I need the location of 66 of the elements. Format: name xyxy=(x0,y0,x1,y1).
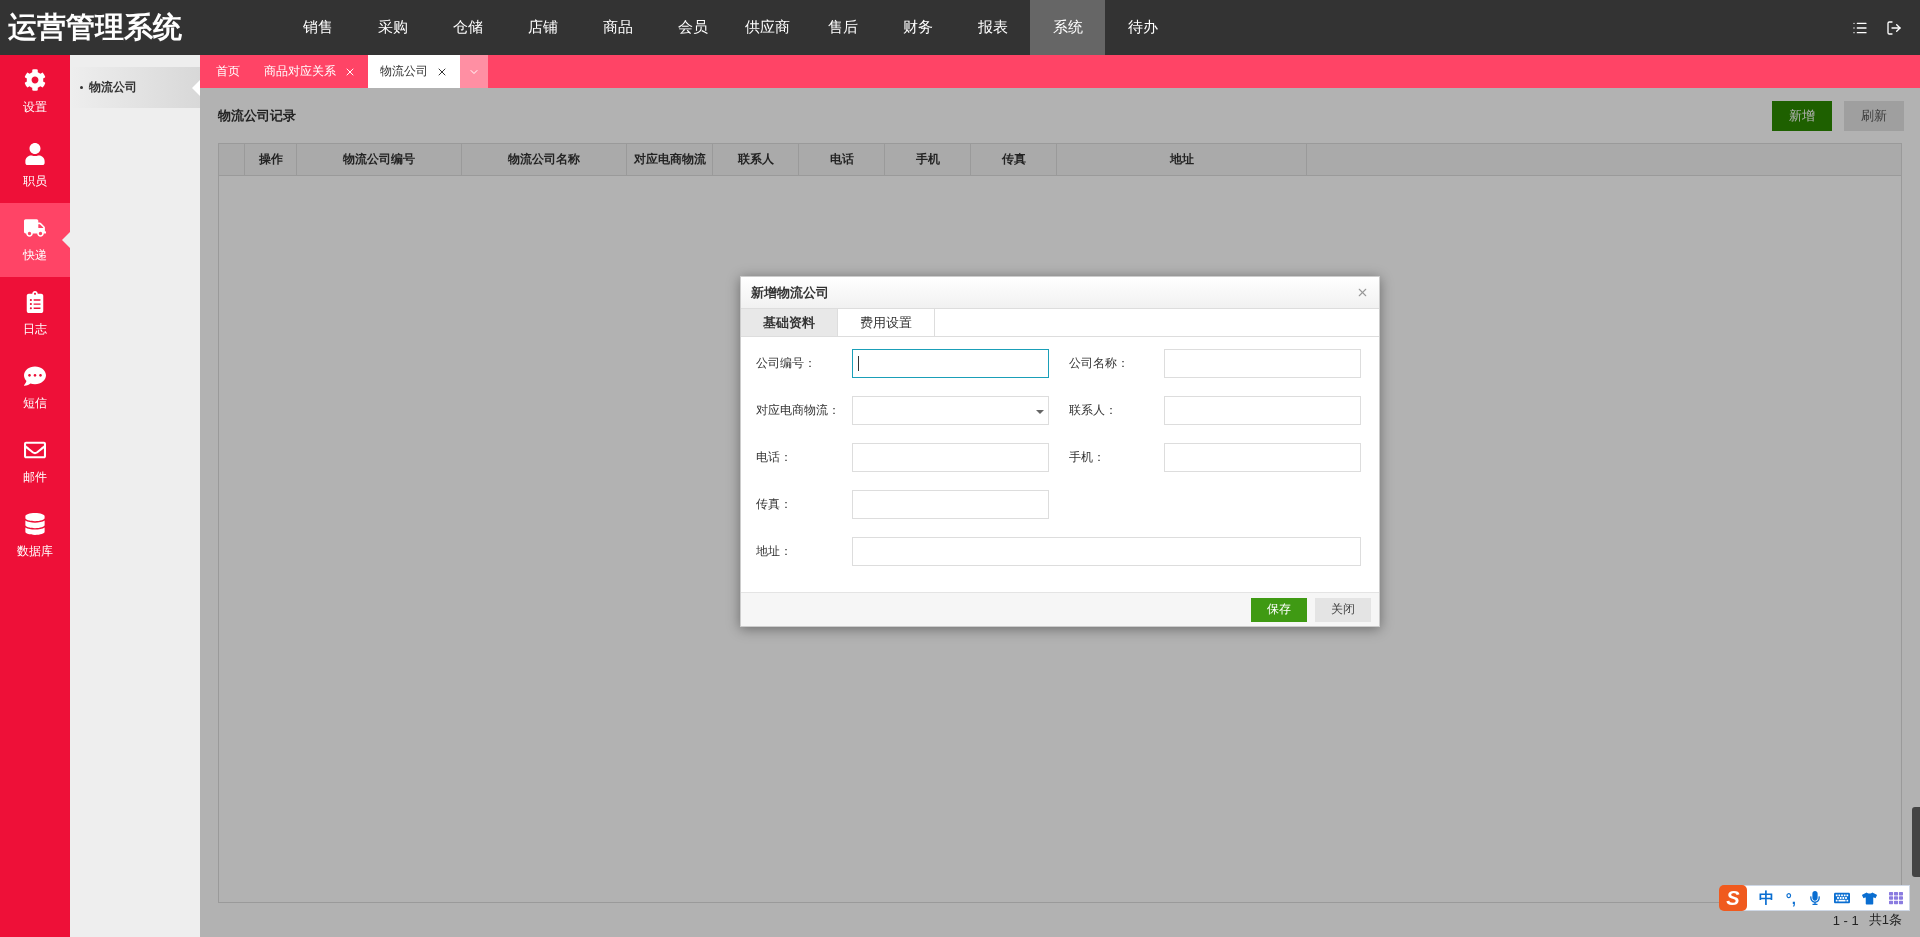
grid-icon[interactable] xyxy=(1889,891,1903,905)
ime-toggle[interactable]: 中 xyxy=(1758,888,1774,908)
column-header: 联系人 xyxy=(713,144,799,175)
nav-menu-item[interactable]: 商品 xyxy=(580,0,655,55)
app-title: 运营管理系统 xyxy=(7,9,183,45)
nav-menu-item[interactable]: 销售 xyxy=(280,0,355,55)
pager-total: 共1条 xyxy=(1868,911,1902,929)
nav-menu-item[interactable]: 系统 xyxy=(1030,0,1105,55)
field-label: 电话： xyxy=(756,449,793,466)
clipboard-icon xyxy=(24,290,46,313)
nav-menu-item[interactable]: 售后 xyxy=(805,0,880,55)
person-icon xyxy=(24,142,46,165)
column-header: 物流公司编号 xyxy=(297,144,462,175)
nav-menu-item[interactable]: 采购 xyxy=(355,0,430,55)
logout-icon[interactable] xyxy=(1886,19,1902,36)
sidebar-item[interactable]: 邮件 xyxy=(0,425,70,499)
nav-menu-item[interactable]: 财务 xyxy=(880,0,955,55)
shirt-icon[interactable] xyxy=(1862,890,1877,906)
dialog-tab[interactable]: 基础资料 xyxy=(741,309,838,336)
field-label: 公司名称： xyxy=(1068,355,1130,372)
field-label: 手机： xyxy=(1068,449,1106,466)
sidebar-item[interactable]: 数据库 xyxy=(0,499,70,573)
field-label: 公司编号： xyxy=(756,355,817,372)
nav-menu-item[interactable]: 待办 xyxy=(1105,0,1180,55)
dropdown-field[interactable] xyxy=(852,396,1049,425)
text-cursor xyxy=(858,356,859,371)
nav-menu-item[interactable]: 会员 xyxy=(655,0,730,55)
refresh-button[interactable]: 刷新 xyxy=(1844,100,1904,131)
field-label: 对应电商物流： xyxy=(756,402,841,419)
chat-bubble-icon xyxy=(24,364,46,387)
column-header: 电话 xyxy=(799,144,885,175)
ime-logo: S xyxy=(1718,885,1747,911)
column-header: 传真 xyxy=(971,144,1057,175)
nav-menu-item[interactable]: 店铺 xyxy=(505,0,580,55)
sidebar-item[interactable]: 日志 xyxy=(0,277,70,351)
nav-menu-item[interactable]: 报表 xyxy=(955,0,1030,55)
page-title: 物流公司记录 xyxy=(218,106,296,125)
column-header: 操作 xyxy=(245,144,297,175)
keyboard-icon[interactable] xyxy=(1834,890,1850,906)
sidebar-item[interactable]: 设置 xyxy=(0,55,70,129)
save-button[interactable]: 保存 xyxy=(1251,597,1307,622)
dialog-title: 新增物流公司 xyxy=(751,283,829,302)
nav-menu-item[interactable]: 仓储 xyxy=(430,0,505,55)
column-header: 物流公司名称 xyxy=(462,144,627,175)
field-label: 联系人： xyxy=(1068,402,1118,419)
sidebar-item[interactable]: 职员 xyxy=(0,129,70,203)
truck-icon xyxy=(24,216,46,239)
page-tab[interactable]: 物流公司 xyxy=(368,55,460,88)
input-field[interactable] xyxy=(852,349,1049,378)
gear-icon xyxy=(24,68,46,91)
sidebar-item[interactable]: 短信 xyxy=(0,351,70,425)
close-button[interactable]: 关闭 xyxy=(1315,597,1371,622)
bullet-icon xyxy=(80,86,83,89)
database-icon xyxy=(24,512,46,535)
column-header: 对应电商物流 xyxy=(627,144,713,175)
column-header: 手机 xyxy=(885,144,971,175)
ime-toggle[interactable]: °, xyxy=(1785,889,1796,907)
add-button[interactable]: 新增 xyxy=(1772,100,1832,131)
field-label: 地址： xyxy=(756,543,793,560)
pager-range: 1 - 1 xyxy=(1832,912,1859,928)
microphone-icon[interactable] xyxy=(1808,891,1822,905)
caret-icon xyxy=(1036,410,1044,414)
column-header: 地址 xyxy=(1057,144,1307,175)
nav-menu-item[interactable]: 供应商 xyxy=(730,0,805,55)
side-widget xyxy=(1912,807,1920,877)
field-label: 传真： xyxy=(756,496,793,513)
